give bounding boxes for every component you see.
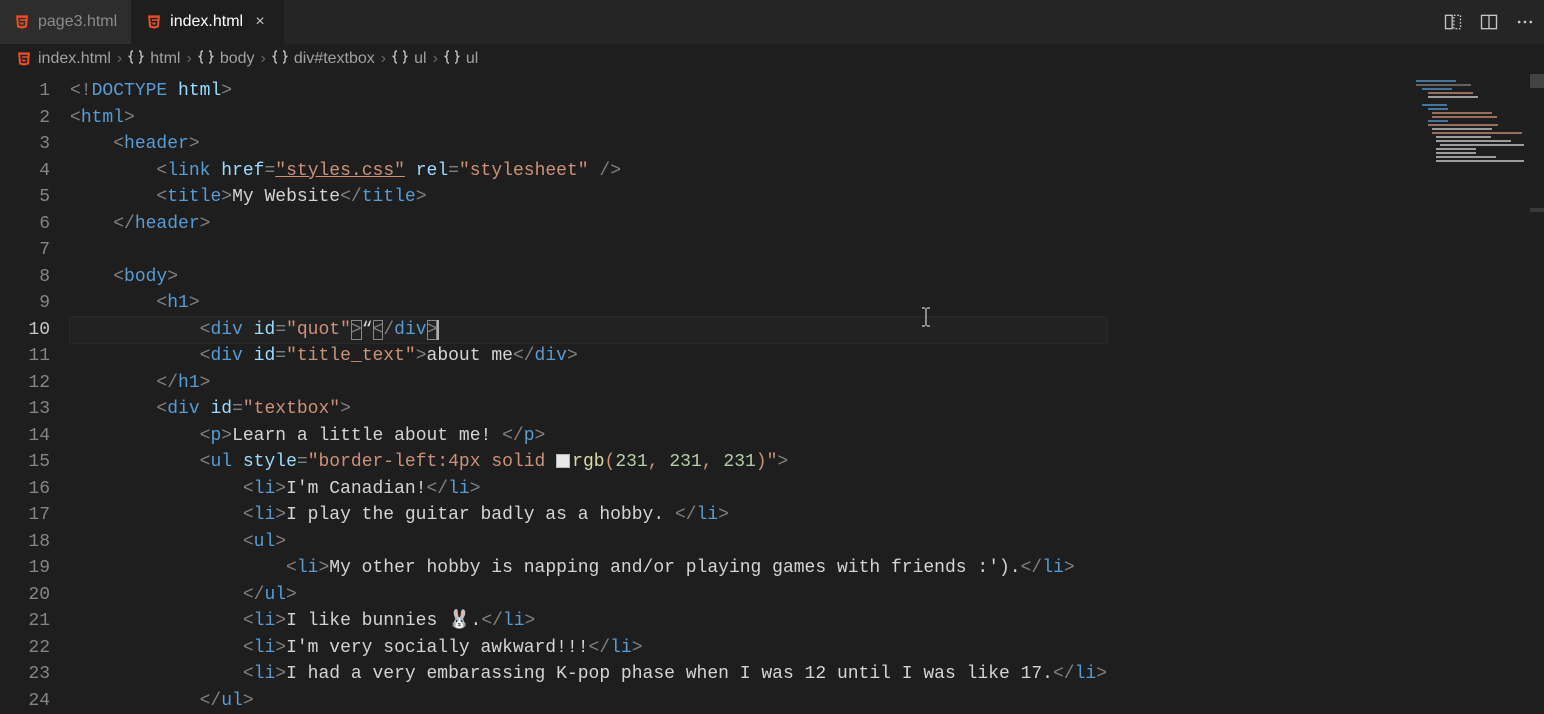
chevron-right-icon: › bbox=[186, 50, 191, 68]
line-number: 5 bbox=[0, 184, 50, 211]
symbol-icon bbox=[128, 49, 144, 70]
more-actions-icon[interactable] bbox=[1514, 11, 1536, 33]
tab-label: index.html bbox=[170, 13, 243, 31]
code-line[interactable]: </ul> bbox=[70, 582, 1107, 609]
scrollbar-marker-icon bbox=[1530, 208, 1544, 212]
tab-actions bbox=[1442, 0, 1536, 44]
line-number: 18 bbox=[0, 529, 50, 556]
crumb-ul[interactable]: ul bbox=[392, 49, 426, 70]
line-number: 21 bbox=[0, 608, 50, 635]
tab-index-active[interactable]: index.html × bbox=[132, 0, 284, 44]
chevron-right-icon: › bbox=[381, 50, 386, 68]
color-swatch-icon[interactable] bbox=[556, 454, 570, 468]
crumb-textbox[interactable]: div#textbox bbox=[272, 49, 375, 70]
line-number: 20 bbox=[0, 582, 50, 609]
crumb-body[interactable]: body bbox=[198, 49, 255, 70]
line-number: 24 bbox=[0, 688, 50, 714]
crumb-html[interactable]: html bbox=[128, 49, 180, 70]
code-line[interactable]: </header> bbox=[70, 211, 1107, 238]
chevron-right-icon: › bbox=[117, 50, 122, 68]
html5-icon bbox=[16, 51, 32, 67]
code-line[interactable]: <!DOCTYPE html> bbox=[70, 78, 1107, 105]
code-line[interactable]: <li>I'm Canadian!</li> bbox=[70, 476, 1107, 503]
code-line[interactable]: <li>I'm very socially awkward!!!</li> bbox=[70, 635, 1107, 662]
code-line[interactable]: <div id="quot">“</div> bbox=[70, 317, 1107, 344]
code-line[interactable]: <li>I like bunnies 🐰.</li> bbox=[70, 608, 1107, 635]
code-line[interactable]: <body> bbox=[70, 264, 1107, 291]
code-line[interactable]: <title>My Website</title> bbox=[70, 184, 1107, 211]
line-number: 6 bbox=[0, 211, 50, 238]
code-line[interactable]: <div id="textbox"> bbox=[70, 396, 1107, 423]
breadcrumb: index.html › html › body › div#textbox ›… bbox=[0, 44, 1544, 74]
line-number-gutter: 123456789101112131415161718192021222324 bbox=[0, 74, 70, 704]
code-line[interactable]: <div id="title_text">about me</div> bbox=[70, 343, 1107, 370]
code-line[interactable]: <li>My other hobby is napping and/or pla… bbox=[70, 555, 1107, 582]
line-number: 12 bbox=[0, 370, 50, 397]
line-number: 9 bbox=[0, 290, 50, 317]
line-number: 23 bbox=[0, 661, 50, 688]
code-line[interactable]: <li>I had a very embarassing K-pop phase… bbox=[70, 661, 1107, 688]
scrollbar-arrow-icon[interactable] bbox=[1530, 74, 1544, 88]
line-number: 16 bbox=[0, 476, 50, 503]
line-number: 2 bbox=[0, 105, 50, 132]
code-line[interactable]: <h1> bbox=[70, 290, 1107, 317]
tab-page3[interactable]: page3.html bbox=[0, 0, 132, 44]
minimap[interactable] bbox=[1410, 74, 1530, 704]
line-number: 7 bbox=[0, 237, 50, 264]
line-number: 8 bbox=[0, 264, 50, 291]
crumb-ul2[interactable]: ul bbox=[444, 49, 478, 70]
code-line[interactable]: </ul> bbox=[70, 688, 1107, 714]
code-line[interactable]: </h1> bbox=[70, 370, 1107, 397]
tab-bar: page3.html index.html × bbox=[0, 0, 1544, 44]
editor[interactable]: 123456789101112131415161718192021222324 … bbox=[0, 74, 1544, 704]
code-line[interactable]: <ul> bbox=[70, 529, 1107, 556]
tab-label: page3.html bbox=[38, 13, 117, 31]
html5-icon bbox=[146, 14, 162, 30]
line-number: 19 bbox=[0, 555, 50, 582]
line-number: 11 bbox=[0, 343, 50, 370]
line-number: 15 bbox=[0, 449, 50, 476]
symbol-icon bbox=[392, 49, 408, 70]
overview-ruler[interactable] bbox=[1530, 74, 1544, 704]
crumb-file[interactable]: index.html bbox=[38, 50, 111, 68]
line-number: 3 bbox=[0, 131, 50, 158]
code-line[interactable]: <p>Learn a little about me! </p> bbox=[70, 423, 1107, 450]
split-editor-icon[interactable] bbox=[1478, 11, 1500, 33]
code-line[interactable]: <link href="styles.css" rel="stylesheet"… bbox=[70, 158, 1107, 185]
chevron-right-icon: › bbox=[433, 50, 438, 68]
code-line[interactable]: <html> bbox=[70, 105, 1107, 132]
line-number: 17 bbox=[0, 502, 50, 529]
code-line[interactable] bbox=[70, 237, 1107, 264]
code-line[interactable]: <ul style="border-left:4px solid rgb(231… bbox=[70, 449, 1107, 476]
line-number: 14 bbox=[0, 423, 50, 450]
close-icon[interactable]: × bbox=[251, 13, 269, 31]
line-number: 10 bbox=[0, 317, 50, 344]
line-number: 1 bbox=[0, 78, 50, 105]
chevron-right-icon: › bbox=[261, 50, 266, 68]
line-number: 4 bbox=[0, 158, 50, 185]
line-number: 22 bbox=[0, 635, 50, 662]
symbol-icon bbox=[198, 49, 214, 70]
code-line[interactable]: <li>I play the guitar badly as a hobby. … bbox=[70, 502, 1107, 529]
line-number: 13 bbox=[0, 396, 50, 423]
symbol-icon bbox=[444, 49, 460, 70]
html5-icon bbox=[14, 14, 30, 30]
code-line[interactable]: <header> bbox=[70, 131, 1107, 158]
code-area[interactable]: <!DOCTYPE html><html> <header> <link hre… bbox=[70, 74, 1107, 704]
diff-icon[interactable] bbox=[1442, 11, 1464, 33]
symbol-icon bbox=[272, 49, 288, 70]
